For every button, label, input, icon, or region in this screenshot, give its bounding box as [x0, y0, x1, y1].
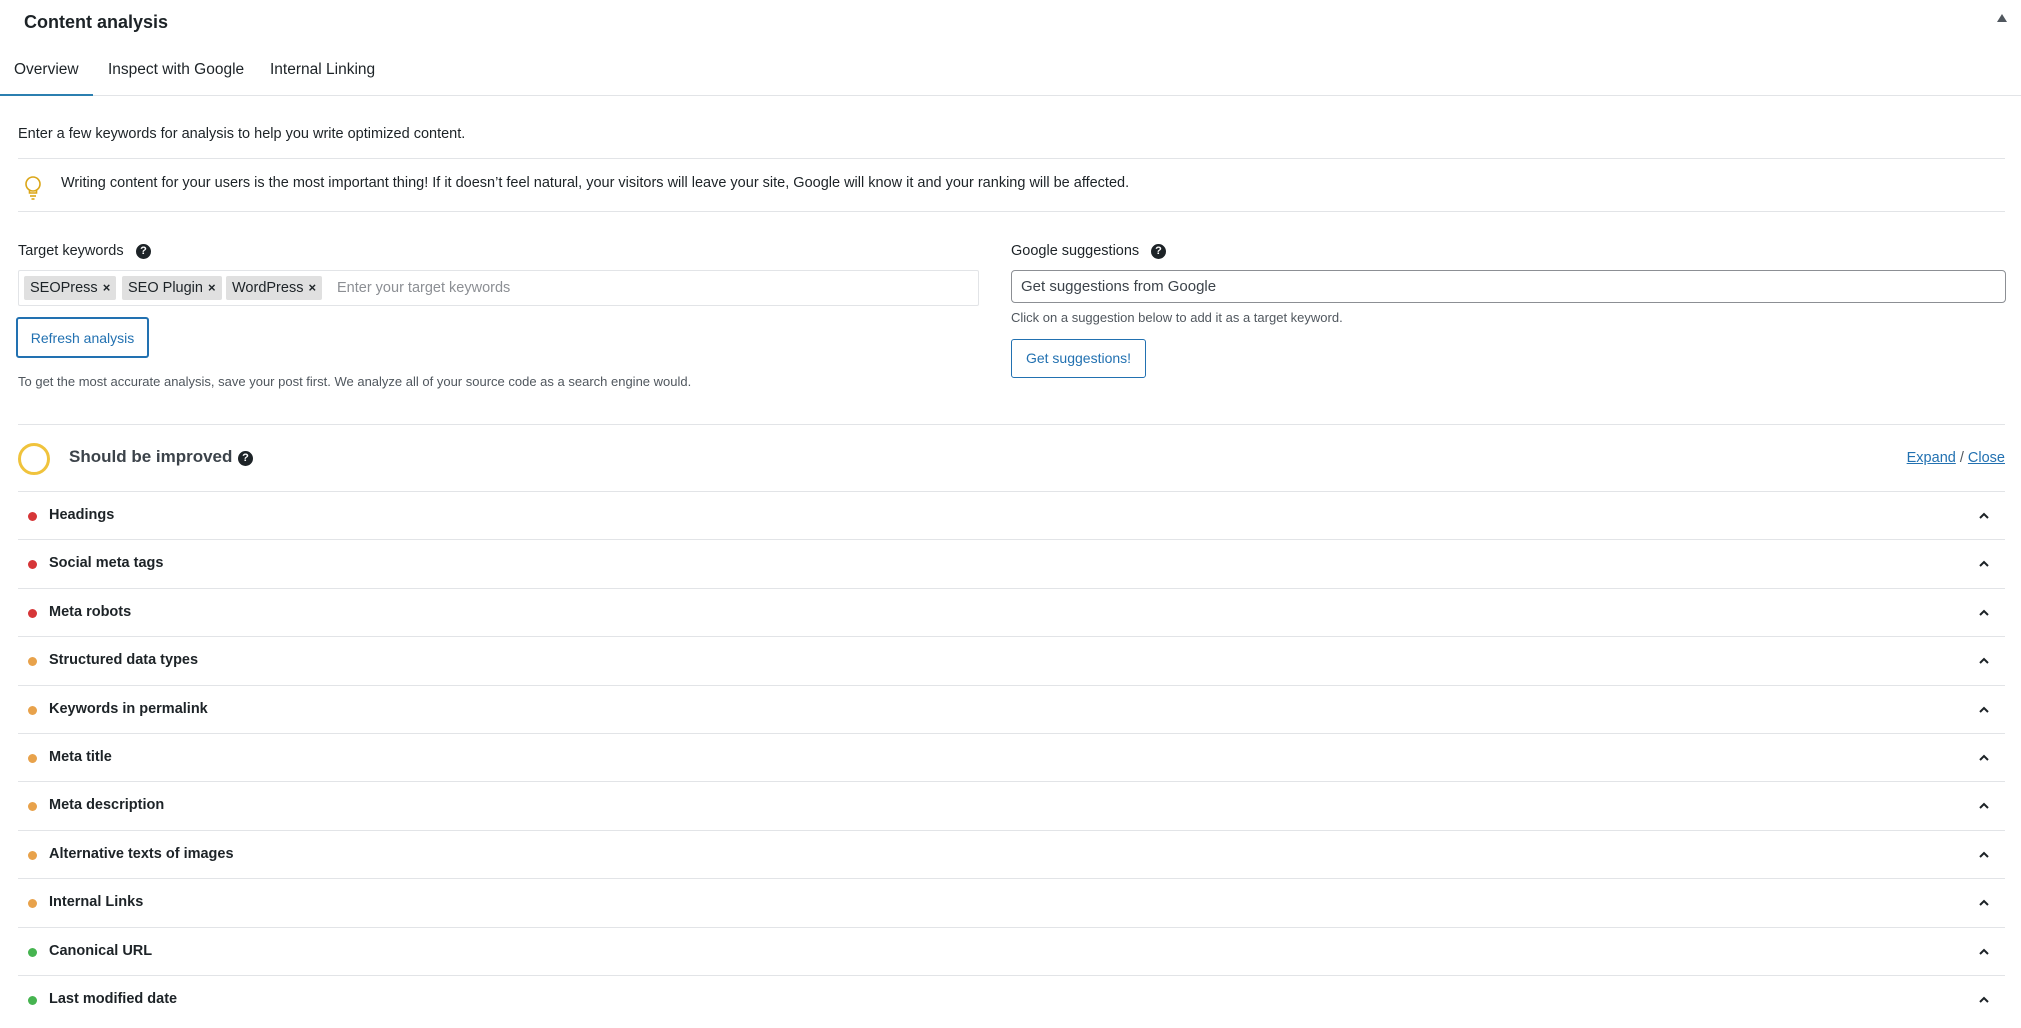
chevron-up-icon[interactable] — [1977, 557, 1991, 571]
status-dot-icon — [28, 560, 37, 570]
help-icon[interactable]: ? — [1151, 244, 1166, 259]
tip-text: Writing content for your users is the mo… — [61, 175, 1130, 191]
check-row[interactable]: Internal Links — [18, 878, 2005, 926]
status-dot-icon — [28, 608, 37, 618]
divider — [18, 211, 2005, 212]
check-label: Internal Links — [49, 894, 144, 911]
chevron-up-icon[interactable] — [1977, 751, 1991, 765]
close-link[interactable]: Close — [1968, 450, 2005, 466]
keyword-tag: SEOPress × — [24, 276, 117, 300]
tab-internal-linking[interactable]: Internal Linking — [270, 61, 375, 96]
help-icon[interactable]: ? — [136, 244, 151, 259]
writing-tip: Writing content for your users is the mo… — [18, 160, 2005, 210]
status-dot-icon — [28, 753, 37, 763]
divider — [18, 158, 2005, 159]
status-dot-icon — [28, 657, 37, 667]
separator: / — [1959, 450, 1964, 466]
check-row[interactable]: Meta title — [18, 732, 2005, 781]
check-row[interactable]: Structured data types — [18, 636, 2005, 684]
check-row[interactable]: Social meta tags — [18, 539, 2005, 587]
status-dot-icon — [28, 995, 37, 1005]
suggestion-hint: Click on a suggestion below to add it as… — [1011, 310, 1343, 325]
chevron-up-icon[interactable] — [1977, 799, 1991, 813]
google-suggestions-input[interactable]: Get suggestions from Google — [1011, 270, 2006, 303]
chevron-up-icon[interactable] — [1977, 945, 1991, 959]
panel-title: Content analysis — [24, 12, 169, 32]
status-dot-icon — [28, 947, 37, 957]
keyword-tag-label: WordPress — [232, 280, 304, 296]
check-row[interactable]: Meta robots — [18, 587, 2005, 636]
check-label: Alternative texts of images — [49, 845, 234, 862]
expand-close-controls: Expand / Close — [1907, 450, 2005, 466]
analysis-note: To get the most accurate analysis, save … — [18, 374, 692, 389]
score-label: Should be improved — [69, 447, 233, 466]
keyword-tag: WordPress × — [226, 276, 323, 300]
status-dot-icon — [28, 512, 37, 521]
chevron-up-icon[interactable] — [1977, 654, 1991, 668]
target-keywords-field[interactable]: SEOPress × SEO Plugin × WordPress × Enter y… — [18, 270, 979, 306]
chevron-up-icon[interactable] — [1977, 606, 1991, 620]
check-label: Structured data types — [49, 652, 199, 669]
keyword-tag-label: SEO Plugin — [128, 280, 203, 296]
check-label: Headings — [49, 507, 115, 523]
check-row[interactable]: Keywords in permalink — [18, 684, 2005, 733]
check-row[interactable]: Canonical URL — [18, 926, 2005, 975]
content-analysis-panel: Content analysis Overview Inspect with G… — [0, 0, 2021, 1028]
remove-tag-icon[interactable]: × — [308, 280, 316, 295]
check-row[interactable]: Headings — [18, 491, 2005, 539]
status-dot-icon — [28, 802, 37, 812]
remove-tag-icon[interactable]: × — [208, 280, 216, 295]
get-suggestions-button[interactable]: Get suggestions! — [1011, 339, 1146, 378]
status-dot-icon — [28, 850, 37, 860]
check-label: Meta robots — [49, 603, 132, 620]
tab-inspect-with-google[interactable]: Inspect with Google — [108, 61, 244, 96]
chevron-up-icon[interactable] — [1977, 703, 1991, 717]
chevron-up-icon[interactable] — [1977, 509, 1991, 523]
keyword-tag: SEO Plugin × — [122, 276, 222, 300]
check-row[interactable]: Meta description — [18, 781, 2005, 829]
chevron-up-icon[interactable] — [1977, 896, 1991, 910]
expand-link[interactable]: Expand — [1907, 450, 1956, 466]
chevron-up-icon[interactable] — [1977, 848, 1991, 862]
target-keywords-label: Target keywords — [18, 243, 124, 259]
refresh-analysis-button[interactable]: Refresh analysis — [16, 317, 149, 358]
keyword-tag-label: SEOPress — [30, 280, 98, 296]
check-row[interactable]: Alternative texts of images — [18, 829, 2005, 878]
panel-header[interactable]: Content analysis — [0, 0, 2021, 44]
triangle-up-icon[interactable] — [1997, 14, 2007, 22]
status-dot-icon — [28, 899, 37, 909]
check-label: Meta description — [49, 797, 165, 814]
tab-overview[interactable]: Overview — [0, 61, 93, 96]
check-label: Keywords in permalink — [49, 700, 208, 717]
status-dot-icon — [28, 705, 37, 715]
intro-text: Enter a few keywords for analysis to hel… — [18, 126, 466, 142]
chevron-up-icon[interactable] — [1977, 993, 1991, 1007]
check-label: Last modified date — [49, 990, 178, 1007]
google-suggestions-label: Google suggestions — [1011, 243, 1140, 259]
check-label: Social meta tags — [49, 555, 164, 572]
tab-bar: Overview Inspect with Google Internal Li… — [0, 52, 2021, 96]
help-icon[interactable]: ? — [238, 451, 253, 466]
check-label: Meta title — [49, 748, 112, 765]
analysis-checks: Headings Social meta tags Meta robots Struc… — [18, 491, 2005, 1023]
lightbulb-icon — [25, 176, 41, 200]
check-row[interactable]: Last modified date — [18, 974, 2005, 1023]
remove-tag-icon[interactable]: × — [103, 280, 111, 295]
divider — [18, 424, 2005, 425]
target-keywords-input[interactable]: Enter your target keywords — [337, 280, 510, 296]
check-label: Canonical URL — [49, 942, 153, 959]
score-ring-icon — [18, 443, 50, 475]
